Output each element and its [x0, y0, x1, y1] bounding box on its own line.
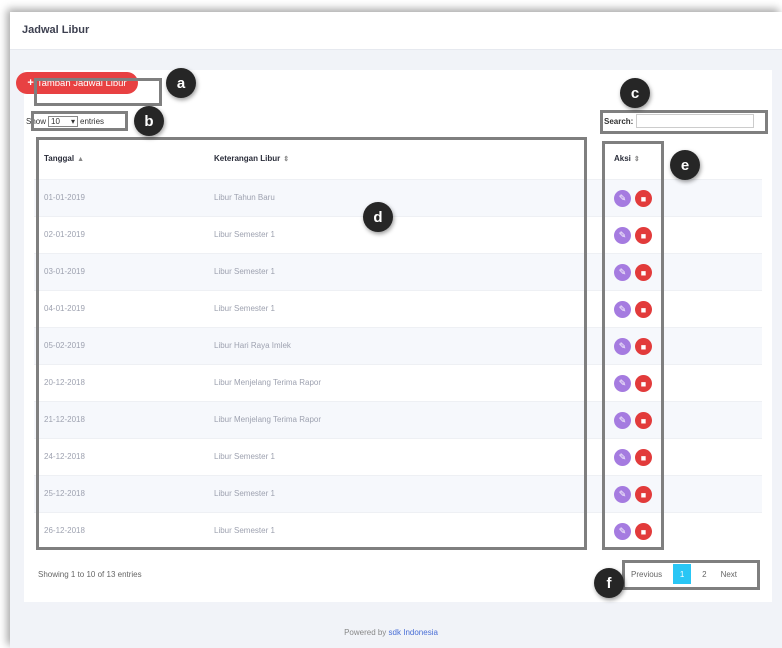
annotation-label-e: e: [670, 150, 700, 180]
footer-text: Powered by: [344, 628, 387, 637]
annotation-box-a: [34, 78, 162, 106]
top-bar: Jadwal Libur: [10, 12, 782, 50]
annotation-label-f: f: [594, 568, 624, 598]
annotation-label-d: d: [363, 202, 393, 232]
annotation-box-c: [600, 110, 768, 134]
annotation-label-a: a: [166, 68, 196, 98]
annotation-label-b: b: [134, 106, 164, 136]
annotation-box-f: [622, 560, 760, 590]
footer: Powered by sdk Indonesia: [0, 628, 782, 637]
annotation-box-d: [36, 137, 587, 550]
annotation-label-c: c: [620, 78, 650, 108]
footer-brand-link[interactable]: sdk Indonesia: [389, 628, 438, 637]
annotation-box-b: [31, 111, 128, 131]
table-info: Showing 1 to 10 of 13 entries: [38, 570, 142, 579]
page-title: Jadwal Libur: [22, 24, 90, 36]
plus-icon: +: [27, 77, 34, 89]
annotation-box-e: [602, 141, 664, 550]
